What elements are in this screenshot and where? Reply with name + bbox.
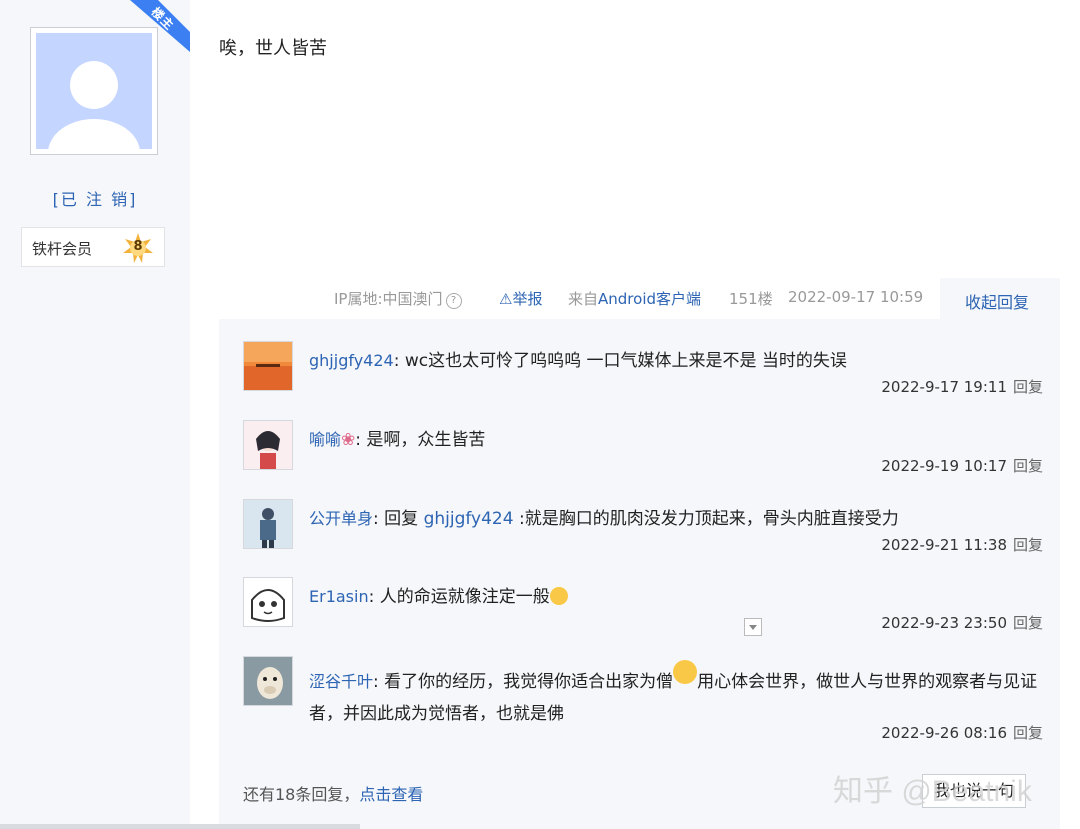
reply-body: : wc这也太可怜了呜呜呜 一口气媒体上来是不是 当时的失误 xyxy=(393,351,847,371)
source-client-link[interactable]: Android客户端 xyxy=(598,290,701,308)
reply-text: Er1asin: 人的命运就像注定一般 xyxy=(309,581,1039,613)
mention-link[interactable]: ghjjgfy424 xyxy=(424,509,514,529)
reply-panel: ghjjgfy424: wc这也太可怜了呜呜呜 一口气媒体上来是不是 当时的失误… xyxy=(219,319,1060,829)
reply-time: 2022-9-26 08:16 xyxy=(881,724,1007,742)
reply-footer: 2022-9-19 10:17 回复 xyxy=(881,455,1043,476)
source-prefix: 来自 xyxy=(568,290,599,308)
author-sidebar: 楼主 [已 注 销] 铁杆会员 8 xyxy=(0,0,190,829)
member-level-box: 铁杆会员 8 xyxy=(21,227,165,267)
reply-avatar[interactable] xyxy=(243,577,293,627)
chevron-down-icon[interactable] xyxy=(744,618,762,636)
reply-body: : 看了你的经历，我觉得你适合出家为僧 xyxy=(373,672,674,692)
author-username[interactable]: [已 注 销] xyxy=(0,186,190,210)
reply-footer: 2022-9-17 19:11 回复 xyxy=(881,376,1043,397)
list-item: 涩谷千叶: 看了你的经历，我觉得你适合出家为僧 用心体会世界，做世人与世界的观察者… xyxy=(243,656,1043,756)
reply-avatar[interactable] xyxy=(243,420,293,470)
sad-face-emoji-icon xyxy=(549,587,568,605)
collapse-replies-button[interactable]: 收起回复 xyxy=(940,278,1060,320)
post-source: 来自Android客户端 xyxy=(568,288,701,309)
more-replies-count: 还有18条回复， xyxy=(243,785,360,804)
view-more-link[interactable]: 点击查看 xyxy=(359,785,423,804)
reply-time: 2022-9-17 19:11 xyxy=(881,378,1007,396)
reply-time: 2022-9-19 10:17 xyxy=(881,457,1007,475)
reply-footer: 2022-9-26 08:16 回复 xyxy=(881,722,1043,743)
reply-body: : 人的命运就像注定一般 xyxy=(368,587,550,607)
reply-nick[interactable]: 公开单身 xyxy=(309,509,373,528)
level-star-icon: 8 xyxy=(122,232,154,264)
reply-avatar[interactable] xyxy=(243,499,293,549)
member-label: 铁杆会员 xyxy=(32,240,93,258)
reply-avatar[interactable] xyxy=(243,341,293,391)
anime-girl-avatar-icon xyxy=(244,421,292,469)
reply-button[interactable]: 回复 xyxy=(1013,614,1043,632)
list-item: Er1asin: 人的命运就像注定一般 2022-9-23 23:50 回复 xyxy=(243,577,1043,647)
reply-button[interactable]: 回复 xyxy=(1013,536,1043,554)
reply-prefix: : 回复 xyxy=(373,509,424,529)
default-user-avatar-icon xyxy=(36,33,152,149)
reply-time: 2022-9-21 11:38 xyxy=(881,536,1007,554)
reply-body: : 是啊，众生皆苦 xyxy=(355,430,486,450)
reply-body: :就是胸口的肌肉没发力顶起来，骨头内脏直接受力 xyxy=(513,509,899,529)
reply-text: 涩谷千叶: 看了你的经历，我觉得你适合出家为僧 用心体会世界，做世人与世界的观察者… xyxy=(309,660,1039,730)
post-content: 唉，世人皆苦 xyxy=(219,38,327,59)
horizontal-scrollbar[interactable] xyxy=(0,824,360,829)
ip-location: IP属地:中国澳门? xyxy=(334,288,462,309)
ip-location-text: IP属地:中国澳门 xyxy=(334,290,443,308)
reply-nick[interactable]: Er1asin xyxy=(309,587,369,606)
figure-avatar-icon xyxy=(244,500,292,548)
sketch-face-avatar-icon xyxy=(244,578,292,626)
flower-icon: ❀ xyxy=(341,430,356,450)
list-item: 喻喻❀: 是啊，众生皆苦 2022-9-19 10:17 回复 xyxy=(243,420,1043,490)
reply-footer: 2022-9-21 11:38 回复 xyxy=(881,534,1043,555)
reply-nick[interactable]: ghjjgfy424 xyxy=(309,351,394,370)
report-link[interactable]: ⚠举报 xyxy=(499,288,542,309)
reply-text: 喻喻❀: 是啊，众生皆苦 xyxy=(309,424,1039,456)
help-icon[interactable]: ? xyxy=(445,293,462,309)
collapse-replies-label: 收起回复 xyxy=(965,293,1030,312)
reply-text: 公开单身: 回复 ghjjgfy424 :就是胸口的肌肉没发力顶起来，骨头内脏直… xyxy=(309,503,1039,535)
reply-button[interactable]: 回复 xyxy=(1013,457,1043,475)
reply-nick[interactable]: 喻喻 xyxy=(309,430,341,449)
reply-avatar[interactable] xyxy=(243,656,293,706)
reply-text: ghjjgfy424: wc这也太可怜了呜呜呜 一口气媒体上来是不是 当时的失误 xyxy=(309,345,1039,377)
reply-button[interactable]: 回复 xyxy=(1013,378,1043,396)
reply-nick[interactable]: 涩谷千叶 xyxy=(309,672,373,691)
sunset-avatar-icon xyxy=(244,342,292,390)
member-level-number: 8 xyxy=(133,239,143,254)
author-avatar[interactable] xyxy=(30,27,158,155)
reply-footer: 2022-9-23 23:50 回复 xyxy=(881,612,1043,633)
more-replies: 还有18条回复，点击查看 xyxy=(243,781,423,805)
alpaca-avatar-icon xyxy=(244,657,292,705)
say-something-button[interactable]: 我也说一句 xyxy=(922,774,1026,808)
smirk-face-emoji-icon xyxy=(673,660,698,684)
list-item: 公开单身: 回复 ghjjgfy424 :就是胸口的肌肉没发力顶起来，骨头内脏直… xyxy=(243,499,1043,569)
floor-number: 151楼 xyxy=(729,290,773,308)
post-time: 2022-09-17 10:59 xyxy=(788,288,924,306)
reply-time: 2022-9-23 23:50 xyxy=(881,614,1007,632)
reply-button[interactable]: 回复 xyxy=(1013,724,1043,742)
list-item: ghjjgfy424: wc这也太可怜了呜呜呜 一口气媒体上来是不是 当时的失误… xyxy=(243,341,1043,411)
